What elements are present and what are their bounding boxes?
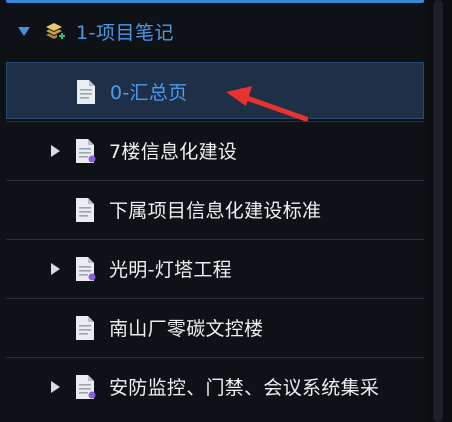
caret-down-icon[interactable] — [18, 26, 30, 36]
document-icon — [77, 80, 95, 104]
notes-tree: 1-项目笔记 0-汇总页 7楼信息化建设 下属项目信息化建设标准 光明-灯塔工程… — [0, 0, 428, 422]
tree-item-summary[interactable]: 0-汇总页 — [6, 62, 424, 119]
caret-right-icon[interactable] — [51, 381, 60, 393]
tree-root-node[interactable]: 1-项目笔记 — [0, 6, 428, 56]
caret-right-icon[interactable] — [51, 145, 60, 157]
caret-right-icon[interactable] — [51, 263, 60, 275]
tree-root-label: 1-项目笔记 — [76, 21, 174, 44]
scrollbar-thumb[interactable] — [433, 0, 443, 422]
tree-item-zero-carbon[interactable]: 南山厂零碳文控楼 — [6, 298, 424, 355]
document-icon — [76, 316, 94, 340]
tree-item-label: 安防监控、门禁、会议系统集采 — [109, 377, 380, 399]
document-icon — [76, 257, 96, 281]
tree-item-label: 南山厂零碳文控楼 — [109, 318, 264, 340]
document-icon — [76, 198, 94, 222]
layers-add-icon — [46, 23, 65, 39]
tree-item-label: 0-汇总页 — [110, 82, 188, 104]
tree-item-label: 下属项目信息化建设标准 — [109, 200, 322, 222]
tree-item-standard[interactable]: 下属项目信息化建设标准 — [6, 180, 424, 237]
tree-item-7f-it[interactable]: 7楼信息化建设 — [6, 121, 424, 178]
tree-item-label: 光明-灯塔工程 — [109, 259, 232, 281]
tree-item-security-procurement[interactable]: 安防监控、门禁、会议系统集采 — [6, 357, 424, 414]
tree-item-label: 7楼信息化建设 — [109, 141, 238, 163]
document-icon — [76, 139, 96, 163]
tree-item-lighthouse[interactable]: 光明-灯塔工程 — [6, 239, 424, 296]
document-icon — [76, 375, 96, 399]
red-arrow-icon — [226, 86, 308, 122]
